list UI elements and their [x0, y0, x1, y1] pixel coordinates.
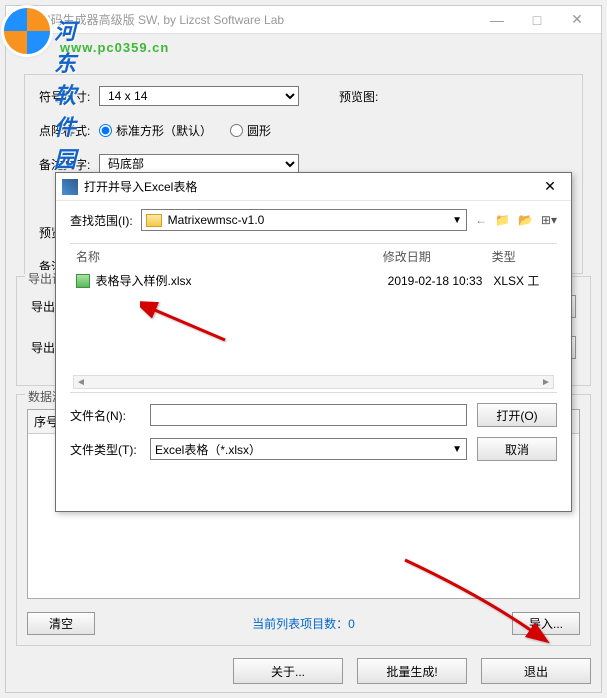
nav-up-icon[interactable]: 📁 [495, 213, 510, 227]
batch-generate-button[interactable]: 批量生成! [357, 658, 467, 684]
export-row1-label: 导出 [31, 298, 55, 315]
size-label: 符号尺寸: [39, 88, 99, 105]
filename-input[interactable] [150, 404, 467, 426]
lookin-label: 查找范围(I): [70, 212, 133, 229]
cancel-button[interactable]: 取消 [477, 437, 557, 461]
file-list[interactable]: 名称 修改日期 类型 表格导入样例.xlsx 2019-02-18 10:33 … [70, 243, 557, 393]
filetype-select[interactable]: Excel表格（*.xlsx） ▼ [150, 438, 467, 460]
titlebar: DM码生成器高级版 SW, by Lizcst Software Lab — □… [6, 6, 601, 34]
nav-newfolder-icon[interactable]: 📂 [518, 213, 533, 227]
dialog-icon [62, 179, 78, 195]
import-button[interactable]: 导入... [512, 612, 580, 635]
size-select[interactable]: 14 x 14 [99, 86, 299, 106]
nav-back-icon[interactable]: ← [475, 213, 487, 227]
dialog-title: 打开并导入Excel表格 [84, 178, 535, 195]
app-icon [10, 12, 26, 28]
folder-icon [146, 214, 162, 227]
xlsx-file-icon [76, 274, 90, 288]
dialog-close-button[interactable]: ✕ [535, 178, 565, 195]
file-open-dialog: 打开并导入Excel表格 ✕ 查找范围(I): Matrixewmsc-v1.0… [55, 172, 572, 512]
preview-label: 预览图: [339, 88, 378, 105]
about-button[interactable]: 关于... [233, 658, 343, 684]
style-label: 点阵样式: [39, 122, 99, 139]
export-row2-label: 导出 [31, 339, 55, 356]
clear-button[interactable]: 清空 [27, 612, 95, 635]
scroll-right-icon[interactable]: ► [539, 377, 553, 388]
chevron-down-icon: ▼ [452, 444, 462, 455]
exit-button[interactable]: 退出 [481, 658, 591, 684]
scroll-left-icon[interactable]: ◄ [74, 377, 88, 388]
horizontal-scrollbar[interactable]: ◄ ► [73, 375, 554, 389]
filename-label: 文件名(N): [70, 407, 140, 424]
remark-select[interactable]: 码底部 [99, 154, 299, 174]
style-round-radio[interactable]: 圆形 [230, 122, 271, 139]
status-count: 当前列表项目数：0 [95, 615, 512, 632]
chevron-down-icon: ▼ [452, 215, 462, 226]
maximize-button[interactable]: □ [517, 8, 557, 32]
style-square-radio[interactable]: 标准方形（默认） [99, 122, 212, 139]
nav-view-icon[interactable]: ⊞▾ [541, 213, 557, 227]
filetype-label: 文件类型(T): [70, 441, 140, 458]
window-title: DM码生成器高级版 SW, by Lizcst Software Lab [32, 11, 477, 28]
minimize-button[interactable]: — [477, 8, 517, 32]
close-button[interactable]: ✕ [557, 8, 597, 32]
file-list-item[interactable]: 表格导入样例.xlsx 2019-02-18 10:33 XLSX 工 [70, 269, 557, 292]
lookin-select[interactable]: Matrixewmsc-v1.0 ▼ [141, 209, 467, 231]
open-button[interactable]: 打开(O) [477, 403, 557, 427]
col-type[interactable]: 类型 [492, 248, 551, 265]
col-name[interactable]: 名称 [76, 248, 383, 265]
remark-label: 备注文字: [39, 156, 99, 173]
col-date[interactable]: 修改日期 [383, 248, 492, 265]
